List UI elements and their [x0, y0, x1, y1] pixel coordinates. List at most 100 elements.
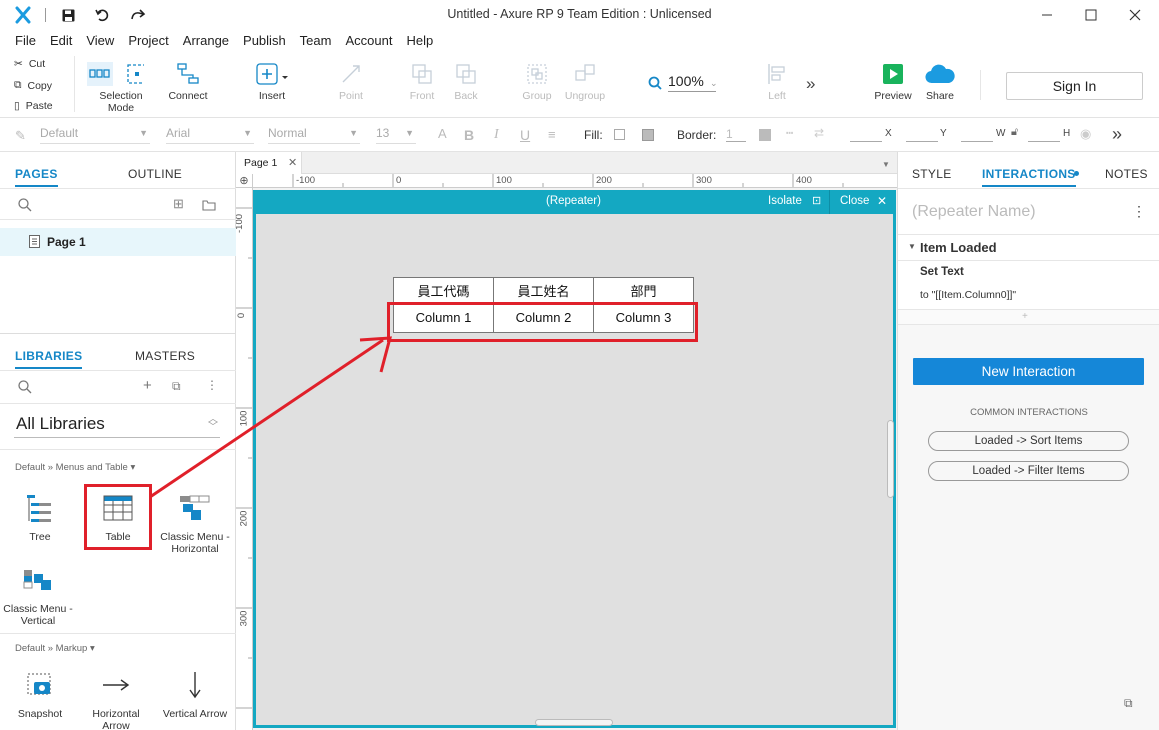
library-section-markup[interactable]: Default » Markup ▾	[15, 643, 95, 654]
menu-file[interactable]: File	[8, 30, 43, 52]
align-left-button[interactable]: Left	[762, 58, 792, 102]
arrow-style-icon[interactable]: ⇄	[814, 126, 824, 140]
isolate-button[interactable]: Isolate ⊡	[758, 190, 828, 214]
send-back-icon	[456, 64, 476, 84]
border-width-input[interactable]: 1	[726, 127, 746, 142]
folder-icon[interactable]	[202, 199, 216, 211]
restore-panel-icon[interactable]: ⧉	[1124, 696, 1133, 711]
add-action-bar[interactable]: +	[898, 309, 1159, 325]
paint-brush-icon[interactable]: ✎	[15, 128, 26, 144]
font-weight-dropdown[interactable]: Normal ▼	[268, 126, 360, 144]
repeater-editing-frame[interactable]	[253, 190, 896, 728]
search-icon[interactable]	[18, 198, 32, 212]
add-library-icon[interactable]: +	[143, 377, 152, 394]
vertical-scrollbar[interactable]	[887, 420, 894, 498]
menu-view[interactable]: View	[79, 30, 121, 52]
fill-color-swatch[interactable]	[614, 129, 625, 140]
lock-icon[interactable]: 🔓︎	[1011, 126, 1018, 139]
fill-gradient-swatch[interactable]	[642, 129, 654, 141]
italic-icon[interactable]: I	[494, 127, 499, 143]
library-item-tree[interactable]: Tree	[2, 485, 78, 543]
library-item-classic-menu-horizontal[interactable]: Classic Menu - Horizontal	[157, 485, 233, 555]
tab-list-dropdown-icon[interactable]: ▼	[882, 160, 890, 169]
font-color-icon[interactable]: A	[438, 126, 447, 141]
event-item-loaded[interactable]: ▼ Item Loaded	[898, 235, 1159, 260]
copy-button[interactable]: ⧉ Copy	[14, 79, 52, 92]
paste-button[interactable]: ▯ Paste	[14, 100, 53, 112]
more-style-icon[interactable]: »	[1112, 124, 1122, 145]
selection-mode-button[interactable]: Selection Mode	[86, 58, 156, 114]
zoom-value[interactable]: 100%	[668, 73, 716, 92]
ungroup-button[interactable]: Ungroup	[562, 58, 608, 102]
menu-help[interactable]: Help	[399, 30, 440, 52]
library-item-classic-menu-vertical[interactable]: Classic Menu - Vertical	[0, 557, 76, 627]
more-options-icon[interactable]: ⋮	[1132, 203, 1146, 220]
menu-edit[interactable]: Edit	[43, 30, 79, 52]
menu-account[interactable]: Account	[338, 30, 399, 52]
font-dropdown[interactable]: Arial ▼	[166, 126, 254, 144]
width-input[interactable]	[961, 128, 993, 142]
table-header-cell[interactable]: 員工姓名	[493, 277, 594, 303]
border-color-swatch[interactable]	[759, 129, 771, 141]
page-list-item[interactable]: Page 1	[0, 228, 236, 256]
share-button[interactable]: Share	[920, 58, 960, 102]
library-select[interactable]: All Libraries ︿ ﹀	[14, 412, 220, 438]
x-input[interactable]	[850, 128, 882, 142]
text-align-icon[interactable]: ≡	[548, 127, 556, 142]
library-copy-icon[interactable]: ⧉	[172, 379, 181, 394]
y-input[interactable]	[906, 128, 938, 142]
tab-pages[interactable]: PAGES	[15, 167, 58, 187]
tab-interactions[interactable]: INTERACTIONS	[982, 167, 1076, 187]
font-size-dropdown[interactable]: 13 ▼	[376, 126, 416, 144]
menu-publish[interactable]: Publish	[236, 30, 293, 52]
loaded-sort-items-button[interactable]: Loaded -> Sort Items	[928, 431, 1129, 451]
action-set-text[interactable]: Set Text to "[[Item.Column0]]"	[898, 261, 1159, 309]
cut-button[interactable]: ✂ Cut	[14, 58, 45, 70]
style-dropdown[interactable]: Default ▼	[40, 126, 150, 144]
tab-style[interactable]: STYLE	[912, 167, 952, 181]
group-button[interactable]: Group	[518, 58, 556, 102]
library-item-snapshot[interactable]: Snapshot	[2, 662, 78, 720]
sign-in-button[interactable]: Sign In	[1006, 72, 1143, 100]
border-style-icon[interactable]: ┅	[786, 126, 793, 140]
preview-button[interactable]: Preview	[872, 58, 914, 102]
repeater-name-input[interactable]: (Repeater Name)	[912, 203, 1036, 221]
add-page-icon[interactable]: ⊞	[173, 196, 184, 212]
more-tools-icon[interactable]: »	[806, 74, 815, 94]
close-tab-icon[interactable]: ✕	[288, 156, 297, 169]
table-header-cell[interactable]: 員工代碼	[393, 277, 494, 303]
vertical-arrow-icon	[189, 672, 201, 699]
library-item-horizontal-arrow[interactable]: Horizontal Arrow	[78, 662, 154, 730]
point-button[interactable]: Point	[332, 58, 370, 102]
library-section-menus[interactable]: Default » Menus and Table ▾	[15, 462, 135, 473]
menu-project[interactable]: Project	[121, 30, 175, 52]
tab-outline[interactable]: OUTLINE	[128, 167, 182, 181]
insert-button[interactable]: Insert	[252, 58, 292, 102]
search-icon[interactable]	[18, 380, 32, 394]
ruler-origin-icon[interactable]: ⊕	[236, 174, 253, 188]
visibility-icon[interactable]: ◉	[1080, 126, 1091, 142]
front-button[interactable]: Front	[404, 58, 440, 102]
back-button[interactable]: Back	[448, 58, 484, 102]
close-repeater-button[interactable]: Close ✕	[831, 190, 895, 214]
underline-icon[interactable]: U	[520, 127, 530, 143]
more-options-icon[interactable]: ⋮	[206, 378, 218, 392]
loaded-filter-items-button[interactable]: Loaded -> Filter Items	[928, 461, 1129, 481]
new-interaction-button[interactable]: New Interaction	[913, 358, 1144, 385]
connect-button[interactable]: Connect	[166, 58, 210, 102]
tab-libraries[interactable]: LIBRARIES	[15, 349, 83, 369]
bold-icon[interactable]: B	[464, 127, 474, 143]
height-input[interactable]	[1028, 128, 1060, 142]
menu-team[interactable]: Team	[293, 30, 339, 52]
library-item-vertical-arrow[interactable]: Vertical Arrow	[157, 662, 233, 720]
table-header-cell[interactable]: 部門	[593, 277, 694, 303]
menu-arrange[interactable]: Arrange	[176, 30, 236, 52]
close-window-button[interactable]	[1112, 0, 1158, 30]
minimize-button[interactable]	[1024, 0, 1070, 30]
tab-notes[interactable]: NOTES	[1105, 167, 1148, 181]
maximize-button[interactable]	[1068, 0, 1114, 30]
main-toolbar: ✂ Cut ⧉ Copy ▯ Paste Selection Mode Conn…	[0, 52, 1159, 118]
horizontal-scrollbar[interactable]	[535, 719, 613, 726]
tab-masters[interactable]: MASTERS	[135, 349, 195, 363]
page-tab[interactable]: Page 1 ✕	[236, 152, 302, 174]
